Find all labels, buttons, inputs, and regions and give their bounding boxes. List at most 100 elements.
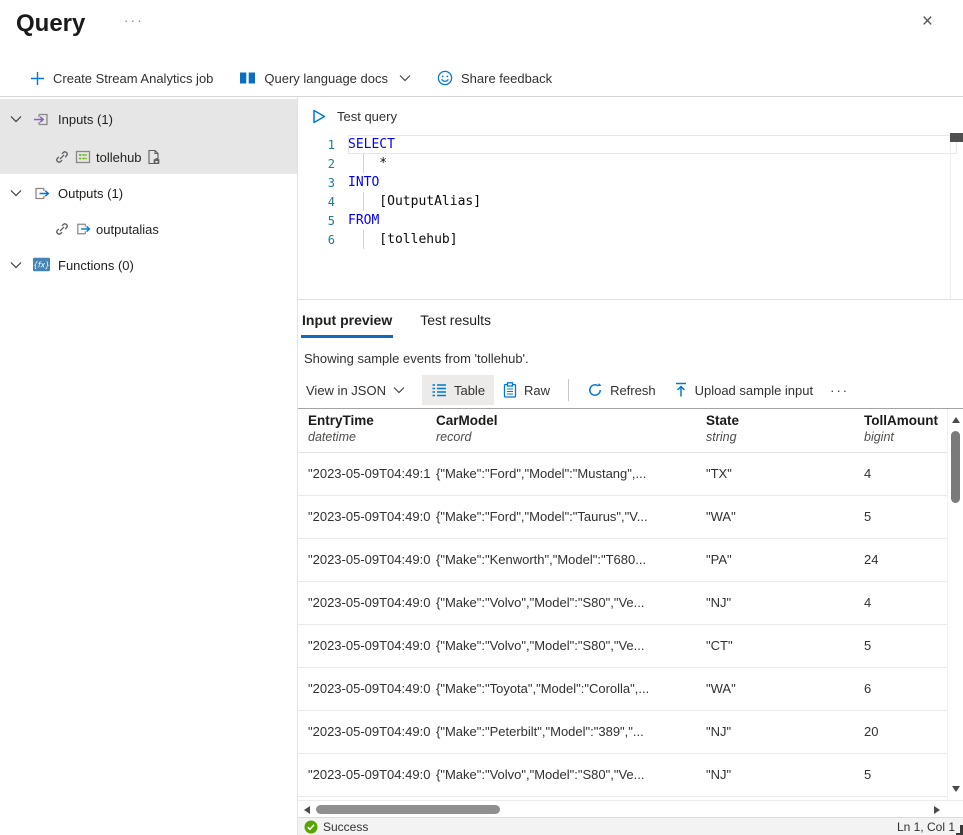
table-cell: "NJ" [706, 754, 856, 796]
upload-icon [674, 382, 688, 398]
toolbar-more-button[interactable]: ··· [822, 375, 857, 405]
scroll-right-arrow-icon[interactable] [934, 806, 940, 814]
upload-label: Upload sample input [695, 383, 814, 398]
vertical-scrollbar-thumb[interactable] [951, 431, 960, 503]
check-circle-icon [304, 820, 318, 834]
grid-body: "2023-05-09T04:49:15....{"Make":"Ford","… [298, 453, 947, 797]
create-job-label: Create Stream Analytics job [53, 71, 213, 86]
output-icon [75, 221, 91, 237]
editor-scrollbar[interactable] [950, 135, 963, 299]
window-header: Query ··· × [0, 0, 963, 60]
column-header[interactable]: Statestring [706, 413, 856, 444]
column-type: string [706, 430, 856, 444]
raw-label: Raw [524, 383, 550, 398]
tab-test-results[interactable]: Test results [419, 304, 492, 338]
table-cell: {"Make":"Ford","Model":"Mustang",... [436, 453, 700, 495]
table-row: "2023-05-09T04:49:05....{"Make":"Kenwort… [298, 539, 947, 582]
chevron-down-icon[interactable] [10, 261, 24, 269]
table-cell: "CT" [706, 625, 856, 667]
table-cell: "TX" [706, 453, 856, 495]
table-cell: 4 [864, 582, 944, 624]
more-options-button[interactable]: ··· [124, 12, 144, 28]
line-number: 2 [298, 157, 348, 171]
refresh-button[interactable]: Refresh [578, 375, 665, 405]
close-icon[interactable]: × [922, 12, 933, 31]
table-view-icon [431, 383, 447, 397]
column-header[interactable]: CarModel record [436, 413, 700, 444]
table-cell: "2023-05-09T04:49:03.... [308, 754, 430, 796]
indent-guide [363, 230, 364, 249]
table-cell: 6 [864, 668, 944, 710]
outputs-label: Outputs (1) [58, 186, 123, 201]
scroll-up-arrow-icon[interactable] [952, 417, 960, 423]
query-language-docs-button[interactable]: Query language docs [239, 71, 411, 86]
code-line[interactable]: 3INTO [298, 173, 963, 192]
inputs-label: Inputs (1) [58, 112, 113, 127]
docs-label: Query language docs [264, 71, 388, 86]
input-icon [33, 111, 50, 128]
column-name: EntryTime [308, 413, 430, 428]
test-query-label: Test query [337, 109, 397, 124]
scroll-down-arrow-icon[interactable] [952, 786, 960, 792]
table-cell: 20 [864, 711, 944, 753]
table-cell: "2023-05-09T04:49:05.... [308, 582, 430, 624]
command-bar: Create Stream Analytics job Query langua… [0, 60, 963, 97]
svg-text:{fx}: {fx} [33, 260, 50, 269]
code-line[interactable]: 1SELECT [298, 135, 963, 154]
share-feedback-button[interactable]: Share feedback [437, 70, 552, 86]
upload-sample-input-button[interactable]: Upload sample input [665, 375, 823, 405]
sidebar-item-outputalias[interactable]: outputalias [0, 211, 297, 247]
resize-grip[interactable] [956, 825, 963, 835]
chevron-down-icon[interactable] [10, 189, 24, 197]
sidebar-item-functions[interactable]: {fx} Functions (0) [0, 247, 297, 283]
create-stream-analytics-job-button[interactable]: Create Stream Analytics job [30, 71, 213, 86]
table-cell: "NJ" [706, 582, 856, 624]
horizontal-scrollbar-thumb[interactable] [316, 805, 500, 814]
table-cell: 24 [864, 539, 944, 581]
query-editor[interactable]: Test query 1SELECT2 *3INTO4 [OutputAlias… [298, 97, 963, 300]
grid-header: EntryTimedatetime CarModel record Statestri… [298, 409, 947, 453]
table-cell: 5 [864, 625, 944, 667]
smiley-icon [437, 70, 453, 86]
column-header[interactable]: TollAmountbigint [864, 413, 944, 444]
sidebar-item-tollehub[interactable]: tollehub [0, 139, 297, 175]
horizontal-scrollbar[interactable] [298, 800, 963, 817]
table-cell: "2023-05-09T04:49:04.... [308, 625, 430, 667]
tab-input-preview[interactable]: Input preview [301, 304, 393, 338]
table-cell: "2023-05-09T04:49:04.... [308, 711, 430, 753]
column-name: CarModel [436, 413, 700, 428]
sidebar-item-outputs[interactable]: Outputs (1) [0, 175, 297, 211]
table-row: "2023-05-09T04:49:05....{"Make":"Ford","… [298, 496, 947, 539]
scroll-left-arrow-icon[interactable] [304, 806, 310, 814]
toolbar-divider [568, 379, 569, 401]
table-row: "2023-05-09T04:49:03....{"Make":"Volvo",… [298, 754, 947, 797]
raw-view-button[interactable]: Raw [494, 375, 559, 405]
clipboard-icon [503, 382, 517, 398]
table-cell: {"Make":"Volvo","Model":"S80","Ve... [436, 754, 700, 796]
table-view-button[interactable]: Table [422, 375, 494, 405]
test-query-button[interactable]: Test query [311, 108, 397, 125]
sample-events-message: Showing sample events from 'tollehub'. [298, 338, 963, 372]
column-header[interactable]: EntryTimedatetime [308, 413, 430, 444]
plus-icon [30, 71, 45, 86]
table-cell: "NJ" [706, 711, 856, 753]
table-cell: {"Make":"Kenworth","Model":"T680... [436, 539, 700, 581]
code-line[interactable]: 6 [tollehub] [298, 230, 963, 249]
chevron-down-icon[interactable] [10, 115, 24, 123]
code-token: FROM [348, 213, 379, 228]
table-cell: "WA" [706, 668, 856, 710]
code-line[interactable]: 4 [OutputAlias] [298, 192, 963, 211]
code-line[interactable]: 2 * [298, 154, 963, 173]
column-type: record [436, 430, 700, 444]
column-type: bigint [864, 430, 944, 444]
outputalias-label: outputalias [96, 222, 159, 237]
status-badge: Success [323, 820, 368, 834]
sidebar-item-inputs[interactable]: Inputs (1) [0, 99, 297, 139]
table-row: "2023-05-09T04:49:04....{"Make":"Peterbi… [298, 711, 947, 754]
table-cell: {"Make":"Volvo","Model":"S80","Ve... [436, 582, 700, 624]
vertical-scrollbar[interactable] [947, 409, 963, 800]
code-line[interactable]: 5FROM [298, 211, 963, 230]
view-in-json-dropdown[interactable]: View in JSON [304, 375, 414, 405]
cursor-position: Ln 1, Col 1 [897, 820, 955, 834]
editor-scrollbar-thumb[interactable] [950, 133, 963, 142]
